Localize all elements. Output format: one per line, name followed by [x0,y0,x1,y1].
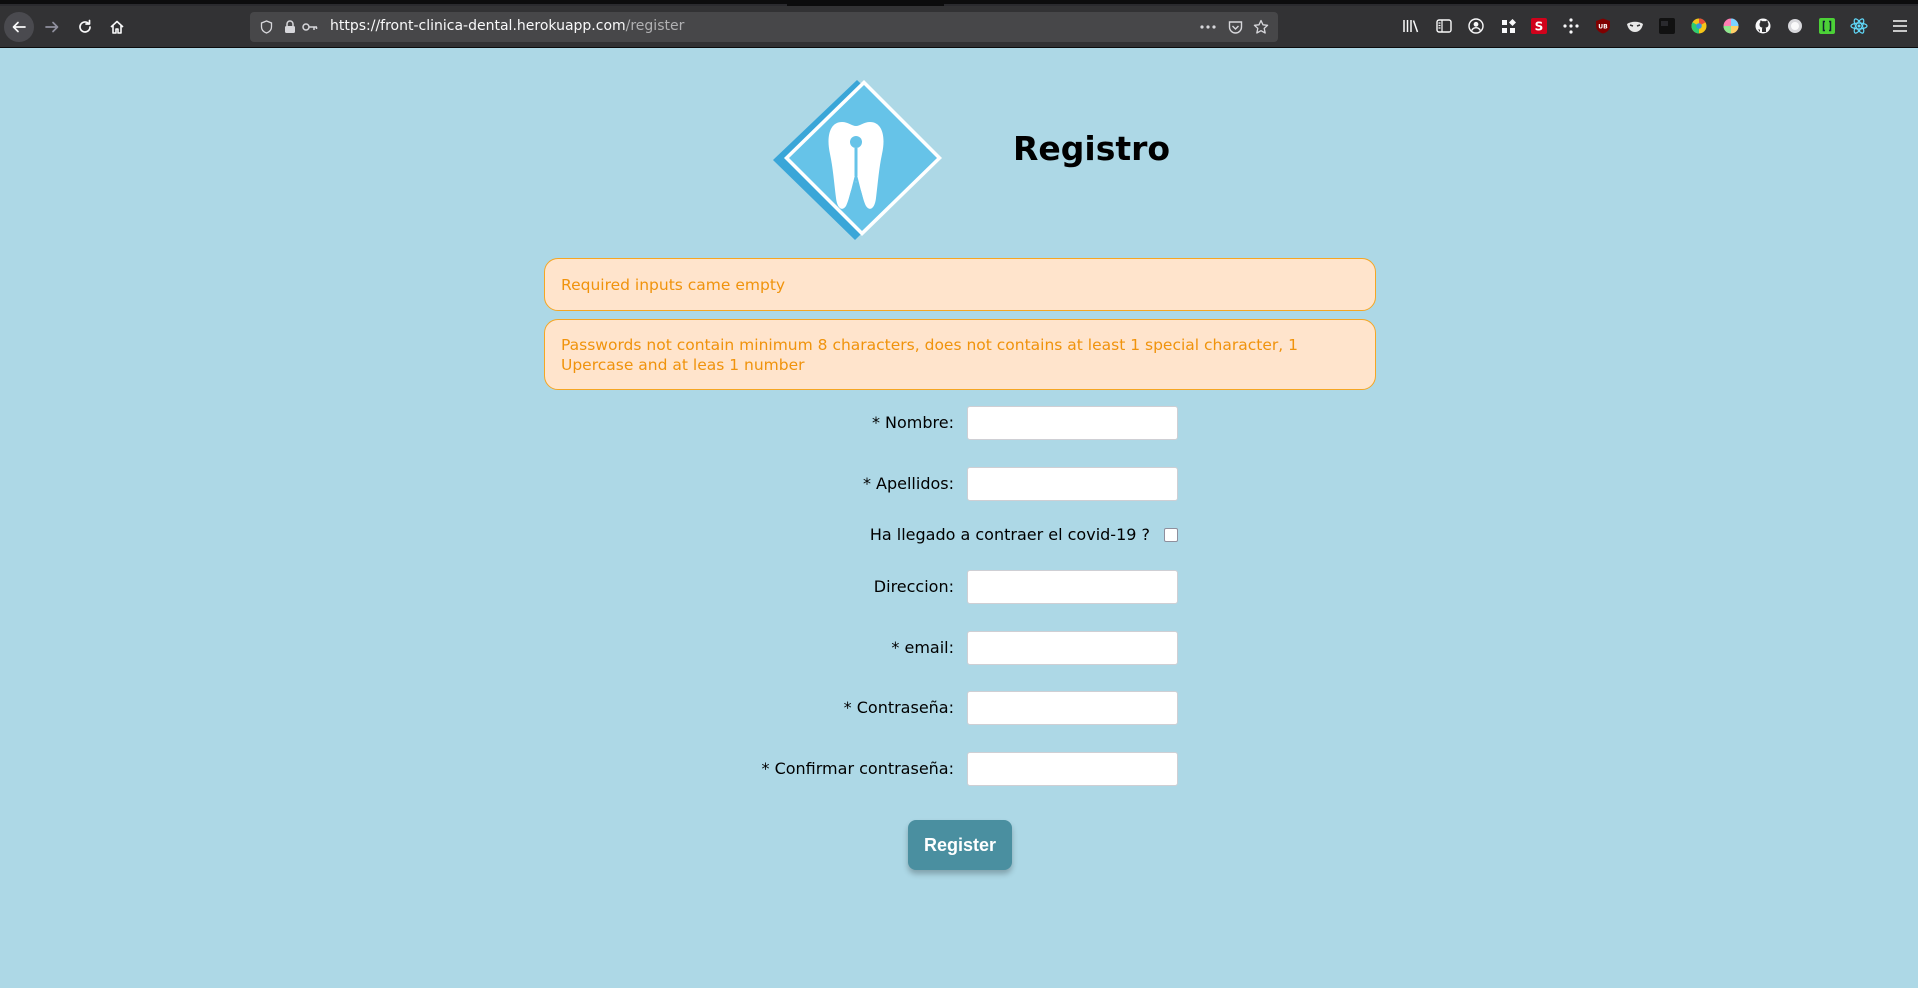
confirm-password-input[interactable] [967,752,1178,786]
dental-logo-icon [773,80,942,240]
browser-toolbar: https://front-clinica-dental.herokuapp.c… [0,6,1918,48]
url-text[interactable]: https://front-clinica-dental.herokuapp.c… [330,18,684,34]
grid-icon[interactable] [1499,17,1517,35]
form-row-email: * email: [0,631,1918,665]
pocket-icon[interactable] [1227,19,1243,35]
url-host: https://front-clinica-dental.herokuapp.c… [330,18,626,34]
forward-arrow-icon [45,21,59,33]
covid-checkbox[interactable] [1164,528,1178,542]
forward-button[interactable] [37,12,67,42]
s-badge-text: S [1535,20,1544,34]
form-row-apellidos: * Apellidos: [0,467,1918,501]
error-alert: Required inputs came empty [544,258,1376,311]
hamburger-menu-icon[interactable] [1891,17,1909,35]
url-bar[interactable]: https://front-clinica-dental.herokuapp.c… [250,12,1278,42]
email-label: * email: [891,638,954,657]
email-input[interactable] [967,631,1178,665]
password-label: * Contraseña: [843,698,954,717]
form-row-password: * Contraseña: [0,691,1918,725]
library-icon[interactable] [1402,17,1420,35]
ublock-badge-text: UB [1598,24,1608,31]
back-arrow-icon [12,21,26,33]
error-alert: Passwords not contain minimum 8 characte… [544,319,1376,390]
register-button[interactable]: Register [908,820,1012,870]
bracket-extension-icon[interactable] [1818,17,1836,35]
nombre-input[interactable] [967,406,1178,440]
bookmark-star-icon[interactable] [1253,19,1269,35]
apellidos-input[interactable] [967,467,1178,501]
page-title: Registro [1013,129,1171,168]
home-button[interactable] [102,12,132,42]
more-actions-icon[interactable] [1200,19,1216,35]
ublock-icon[interactable]: UB [1594,17,1612,35]
circle-extension-icon[interactable] [1786,17,1804,35]
dots-extension-icon[interactable] [1562,17,1580,35]
form-row-covid: Ha llegado a contraer el covid-19 ? [0,524,1918,546]
form-row-confirm-password: * Confirmar contraseña: [0,752,1918,786]
chrome-colored-icon[interactable] [1690,17,1708,35]
s-extension-icon[interactable]: S [1530,17,1548,35]
account-icon[interactable] [1467,17,1485,35]
url-path: /register [625,18,685,34]
tracking-shield-icon[interactable] [258,19,274,35]
dark-extension-icon[interactable] [1658,17,1676,35]
reload-icon [79,19,91,33]
github-icon[interactable] [1754,17,1772,35]
form-row-nombre: * Nombre: [0,406,1918,440]
confirm-password-label: * Confirmar contraseña: [761,759,954,778]
key-icon[interactable] [302,19,318,35]
apellidos-label: * Apellidos: [862,474,954,493]
direccion-input[interactable] [967,570,1178,604]
direccion-label: Direccion: [873,577,954,596]
home-icon [110,20,124,34]
covid-label: Ha llegado a contraer el covid-19 ? [869,525,1150,544]
back-button[interactable] [4,12,34,42]
lock-icon[interactable] [282,19,298,35]
mask-extension-icon[interactable] [1626,17,1644,35]
password-input[interactable] [967,691,1178,725]
react-icon[interactable] [1850,17,1868,35]
color-wheel-icon[interactable] [1722,17,1740,35]
sidebar-icon[interactable] [1435,17,1453,35]
nombre-label: * Nombre: [871,413,954,432]
reload-button[interactable] [70,12,100,42]
form-row-direccion: Direccion: [0,570,1918,604]
